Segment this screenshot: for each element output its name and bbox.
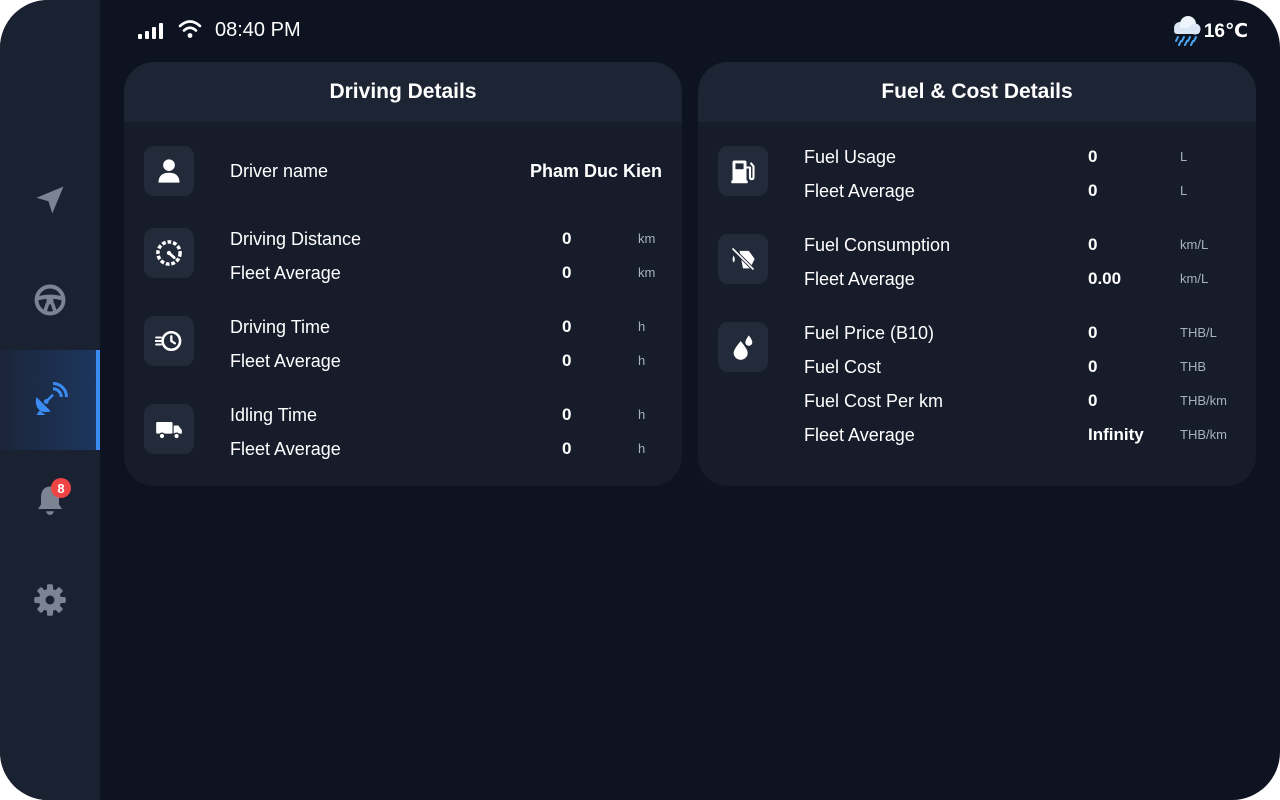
idling-time-icon-box (144, 404, 194, 454)
sidebar-item-navigation[interactable] (0, 150, 100, 250)
sidebar-item-driving[interactable] (0, 250, 100, 350)
sidebar-item-notifications[interactable]: 8 (0, 450, 100, 550)
fuel-consumption-icon-box (718, 234, 768, 284)
fuel-consumption-value: 0 (1088, 235, 1098, 254)
idling-time-value: 0 (562, 405, 572, 424)
gear-icon (34, 584, 66, 616)
fleet-average-idling-value: 0 (562, 439, 572, 458)
fuel-price-value: 0 (1088, 323, 1098, 342)
panel-title: Driving Details (124, 62, 682, 122)
navigation-arrow-icon (36, 186, 64, 214)
driver-name-value: Pham Duc Kien (529, 161, 662, 181)
panel-title: Fuel & Cost Details (698, 62, 1256, 122)
idling-time-label: Idling Time (230, 405, 318, 425)
sidebar: 8 (0, 0, 100, 800)
fleet-average-cost-unit: THB/km (1180, 427, 1227, 442)
fuel-nozzle-icon (731, 247, 755, 271)
fleet-average-consumption-value: 0.00 (1088, 269, 1122, 288)
cloud-rain-icon (1174, 16, 1201, 46)
sidebar-item-telematics[interactable] (0, 350, 100, 450)
driving-time-value: 0 (562, 317, 572, 336)
fleet-average-time-unit: h (638, 353, 646, 368)
fleet-average-cost-label: Fleet Average (804, 425, 915, 445)
fuel-usage-icon-box (718, 146, 768, 196)
fuel-pump-icon (731, 160, 755, 184)
fuel-drop-icon (733, 335, 753, 360)
fuel-usage-label: Fuel Usage (804, 147, 897, 167)
fleet-average-idling-unit: h (638, 441, 646, 456)
fuel-cost-per-km-value: 0 (1088, 391, 1098, 410)
fuel-cost-label: Fuel Cost (804, 357, 882, 377)
driving-distance-unit: km (638, 231, 656, 246)
fuel-usage-value: 0 (1088, 147, 1098, 166)
fleet-average-idling-label: Fleet Average (230, 439, 341, 459)
fleet-average-time-label: Fleet Average (230, 351, 341, 371)
fuel-cost-details-panel: Fuel & Cost Details Fuel Usage 0 L Fleet… (698, 62, 1256, 486)
driving-details-panel: Driving Details Driver name Pham Duc Kie… (124, 62, 682, 486)
fuel-price-icon-box (718, 322, 768, 372)
driving-time-unit: h (638, 319, 646, 334)
fleet-average-distance-label: Fleet Average (230, 263, 341, 283)
device-screen: 8 08:40 PM 16℃ Driving Details Driver na… (0, 0, 1280, 800)
fuel-cost-per-km-label: Fuel Cost Per km (804, 391, 944, 411)
clock: 08:40 PM (215, 19, 301, 41)
fuel-price-label: Fuel Price (B10) (804, 323, 935, 343)
notification-badge: 8 (51, 478, 71, 498)
fuel-cost-value: 0 (1088, 357, 1098, 376)
truck-icon (156, 422, 182, 440)
driving-time-icon-box (144, 316, 194, 366)
fleet-average-time-value: 0 (562, 351, 572, 370)
driver-icon-box (144, 146, 194, 196)
fleet-average-fuel-usage-label: Fleet Average (804, 181, 915, 201)
driver-name-label: Driver name (230, 161, 329, 181)
fuel-consumption-unit: km/L (1180, 237, 1209, 252)
temperature: 16℃ (1203, 21, 1248, 42)
fleet-average-fuel-usage-unit: L (1180, 183, 1188, 198)
steering-wheel-icon (34, 284, 66, 316)
fleet-average-distance-value: 0 (562, 263, 572, 282)
user-icon (158, 159, 180, 183)
fuel-usage-unit: L (1180, 149, 1188, 164)
status-bar: 08:40 PM 16℃ (100, 0, 1280, 60)
fuel-consumption-label: Fuel Consumption (804, 235, 951, 255)
cellular-signal-icon (138, 23, 163, 39)
distance-icon-box (144, 228, 194, 278)
fuel-cost-unit: THB (1180, 359, 1206, 374)
driving-distance-value: 0 (562, 229, 572, 248)
stopwatch-icon (155, 330, 182, 352)
driving-time-label: Driving Time (230, 317, 331, 337)
idling-time-unit: h (638, 407, 646, 422)
fleet-average-distance-unit: km (638, 265, 656, 280)
driving-distance-label: Driving Distance (230, 229, 362, 249)
sidebar-item-settings[interactable] (0, 550, 100, 650)
speedometer-icon (156, 240, 182, 266)
satellite-dish-icon (35, 382, 68, 415)
fleet-average-consumption-label: Fleet Average (804, 269, 915, 289)
fuel-cost-per-km-unit: THB/km (1180, 393, 1227, 408)
fleet-average-cost-value: Infinity (1088, 425, 1144, 444)
fleet-average-consumption-unit: km/L (1180, 271, 1209, 286)
wifi-icon (178, 20, 202, 38)
fuel-price-unit: THB/L (1180, 325, 1217, 340)
fleet-average-fuel-usage-value: 0 (1088, 181, 1098, 200)
